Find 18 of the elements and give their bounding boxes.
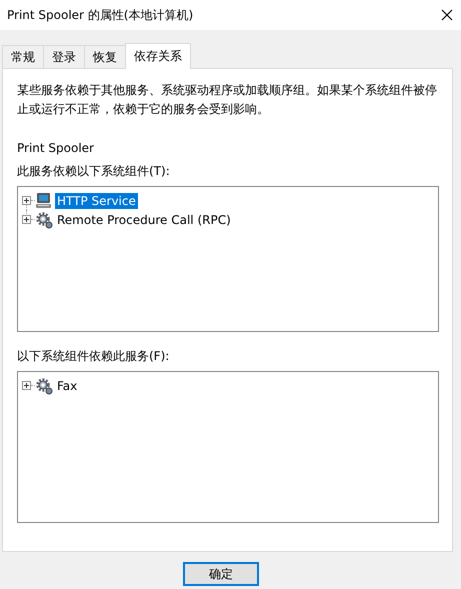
- tree-item[interactable]: HTTP Service: [55, 192, 138, 208]
- service-name: Print Spooler: [17, 141, 95, 155]
- ok-button[interactable]: 确定: [183, 562, 259, 586]
- tree-item[interactable]: Fax: [55, 378, 80, 394]
- expand-icon[interactable]: [22, 215, 31, 224]
- section-label: 以下系统组件依赖此服务(F):: [17, 348, 170, 365]
- gear-icon: [35, 210, 53, 228]
- description-text: 某些服务依赖于其他服务、系统驱动程序或加载顺序组。如果某个系统组件被停止或运行不正常，依赖于它的服务会受到影响。: [17, 82, 438, 118]
- tree-item[interactable]: Remote Procedure Call (RPC): [55, 212, 233, 228]
- gear-icon: [35, 376, 53, 394]
- expand-icon[interactable]: [22, 381, 31, 390]
- tab[interactable]: 依存关系: [125, 43, 191, 69]
- window-title: Print Spooler 的属性(本地计算机): [7, 6, 194, 24]
- close-icon[interactable]: [441, 9, 453, 21]
- computer-icon: [35, 192, 53, 210]
- expand-icon[interactable]: [22, 196, 31, 205]
- tab[interactable]: 常规: [2, 45, 44, 68]
- section-label: 此服务依赖以下系统组件(T):: [17, 163, 171, 180]
